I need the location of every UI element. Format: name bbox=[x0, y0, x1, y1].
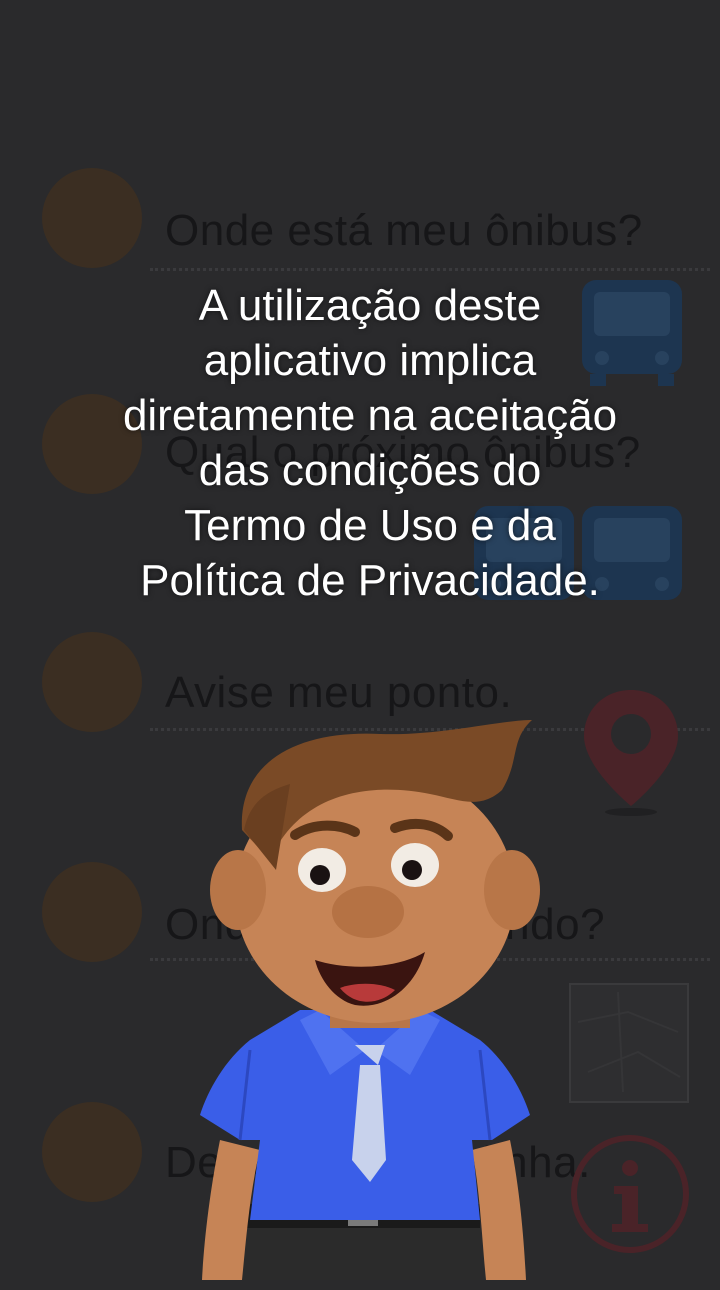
notice-line: das condições do bbox=[198, 446, 542, 495]
notice-line[interactable]: Termo de Uso e da bbox=[40, 498, 700, 553]
mascot-character bbox=[200, 720, 540, 1280]
notice-line: diretamente na aceitação bbox=[122, 391, 618, 440]
notice-line: A utilização deste bbox=[198, 281, 542, 330]
notice-line: aplicativo implica bbox=[203, 336, 537, 385]
notice-line[interactable]: Política de Privacidade. bbox=[40, 553, 700, 608]
terms-notice: A utilização deste aplicativo implica di… bbox=[40, 278, 700, 608]
